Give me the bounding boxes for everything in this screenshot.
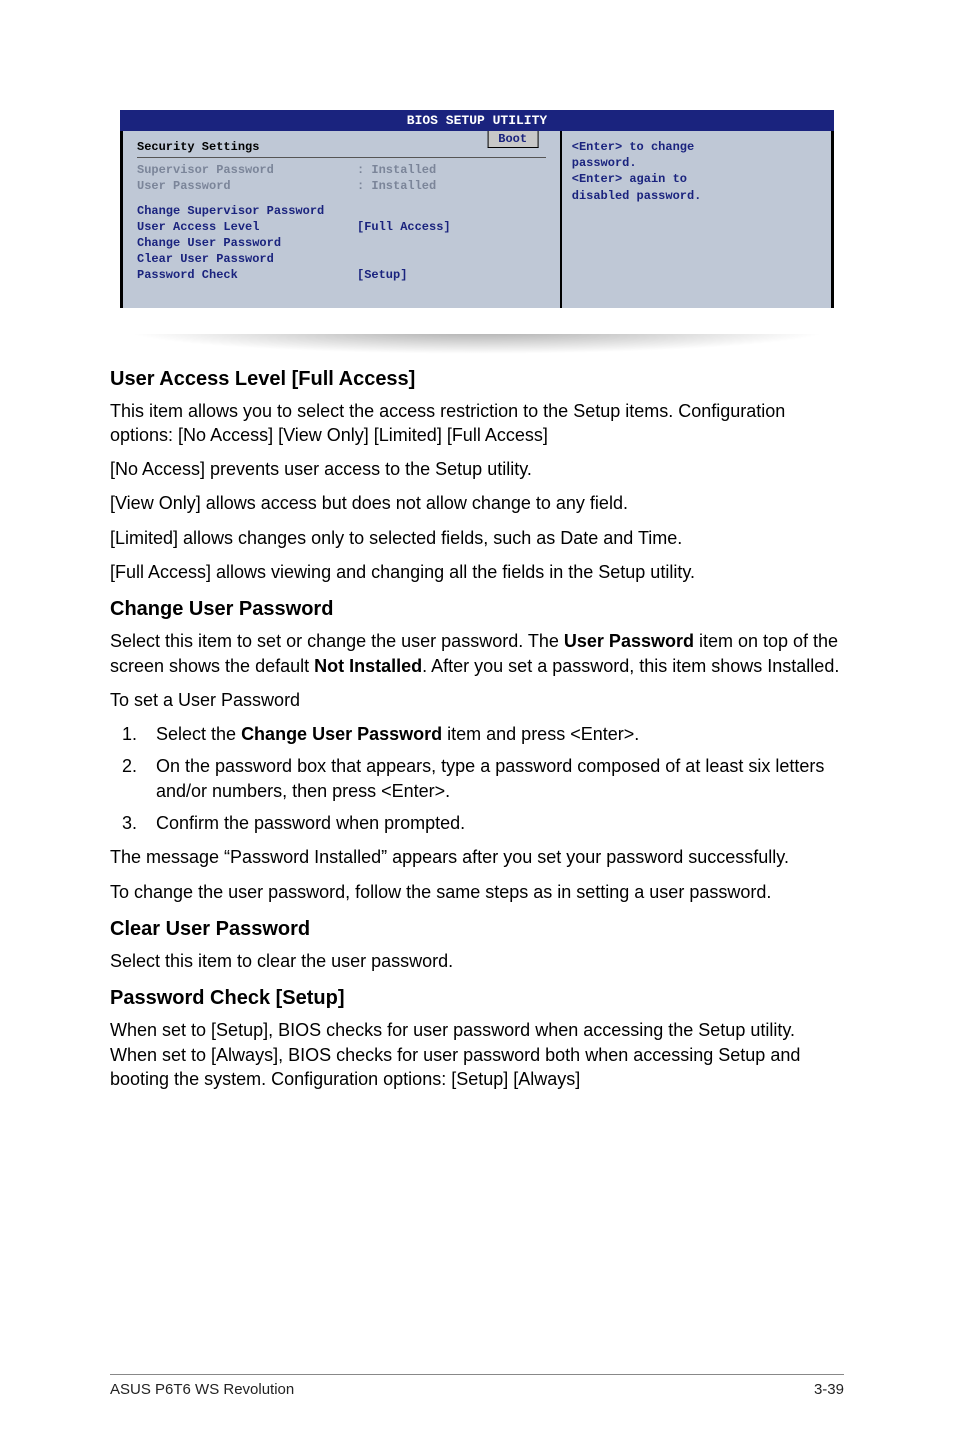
bios-title: BIOS SETUP UTILITY [407,113,547,128]
page-footer: ASUS P6T6 WS Revolution 3-39 [110,1374,844,1398]
paragraph: Select this item to clear the user passw… [110,949,844,973]
footer-left: ASUS P6T6 WS Revolution [110,1381,294,1398]
bios-left-pane: Security Settings Supervisor Password : … [123,131,560,308]
bios-setup-box: BIOS SETUP UTILITY Boot Security Setting… [120,110,834,308]
footer-right: 3-39 [814,1381,844,1398]
bold-text: User Password [564,631,694,651]
ordered-list: Select the Change User Password item and… [142,722,844,835]
user-access-level-value[interactable]: [Full Access] [357,219,546,235]
help-line: <Enter> to change [572,139,817,155]
bios-section-title: Security Settings [137,139,546,158]
help-line: <Enter> again to [572,171,817,187]
change-user-password-item[interactable]: Change User Password [137,235,357,251]
paragraph: Select this item to set or change the us… [110,629,844,678]
bold-text: Not Installed [314,656,422,676]
list-item: Confirm the password when prompted. [142,811,844,835]
paragraph: To change the user password, follow the … [110,880,844,904]
heading-user-access-level: User Access Level [Full Access] [110,368,844,391]
heading-clear-user-password: Clear User Password [110,918,844,941]
paragraph: [No Access] prevents user access to the … [110,457,844,481]
paragraph: To set a User Password [110,688,844,712]
help-line: disabled password. [572,188,817,204]
help-line: password. [572,155,817,171]
paragraph: This item allows you to select the acces… [110,399,844,448]
heading-change-user-password: Change User Password [110,598,844,621]
text: . After you set a password, this item sh… [422,656,839,676]
paragraph: [Full Access] allows viewing and changin… [110,560,844,584]
change-supervisor-password-item[interactable]: Change Supervisor Password [137,203,357,219]
text: Select this item to set or change the us… [110,631,564,651]
supervisor-password-label: Supervisor Password [137,162,357,178]
bold-text: Change User Password [241,724,442,744]
supervisor-password-value: : Installed [357,162,546,178]
password-check-value[interactable]: [Setup] [357,267,546,283]
text: item and press <Enter>. [442,724,639,744]
user-password-value: : Installed [357,178,546,194]
user-password-label: User Password [137,178,357,194]
text: Select the [156,724,241,744]
bios-help-pane: <Enter> to change password. <Enter> agai… [560,131,831,308]
heading-password-check: Password Check [Setup] [110,987,844,1010]
paragraph: [Limited] allows changes only to selecte… [110,526,844,550]
bios-tab-boot: Boot [487,131,538,148]
list-item: Select the Change User Password item and… [142,722,844,746]
password-check-label[interactable]: Password Check [137,267,357,283]
list-item: On the password box that appears, type a… [142,754,844,803]
user-access-level-label[interactable]: User Access Level [137,219,357,235]
paragraph: When set to [Setup], BIOS checks for use… [110,1018,844,1091]
paragraph: The message “Password Installed” appears… [110,845,844,869]
clear-user-password-item[interactable]: Clear User Password [137,251,357,267]
paragraph: [View Only] allows access but does not a… [110,491,844,515]
bios-titlebar: BIOS SETUP UTILITY Boot [120,110,834,131]
cut-shadow [120,334,834,354]
